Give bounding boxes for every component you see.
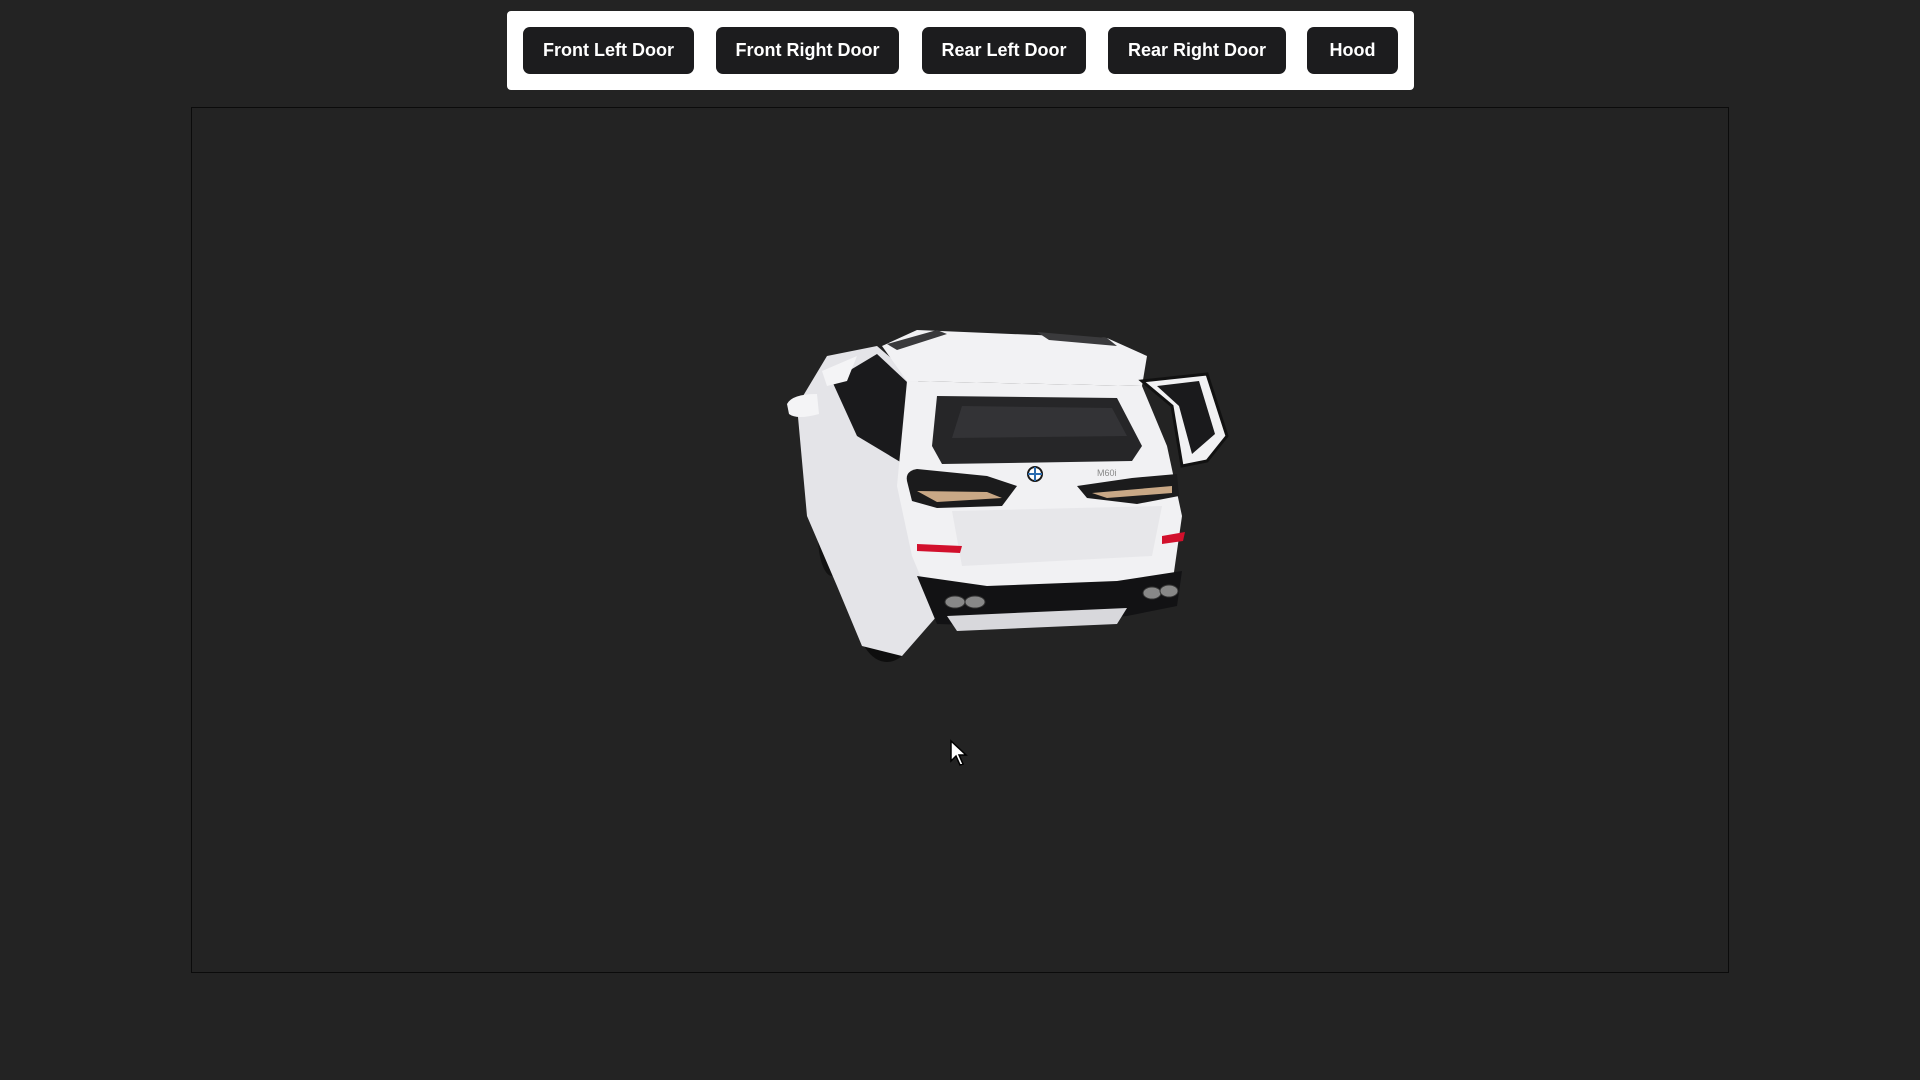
exhaust-right-2 bbox=[1159, 584, 1179, 598]
exhaust-left-2 bbox=[964, 595, 986, 609]
rear-window-interior bbox=[952, 406, 1127, 438]
model-badge: M60i bbox=[1097, 468, 1117, 478]
rear-right-door-button[interactable]: Rear Right Door bbox=[1108, 27, 1286, 74]
side-mirror bbox=[787, 394, 819, 417]
front-left-door-button[interactable]: Front Left Door bbox=[523, 27, 694, 74]
front-right-door-button[interactable]: Front Right Door bbox=[716, 27, 899, 74]
tailgate bbox=[952, 506, 1162, 566]
exhaust-right-1 bbox=[1142, 586, 1162, 600]
hood-button[interactable]: Hood bbox=[1307, 27, 1398, 74]
exhaust-left-1 bbox=[944, 595, 966, 609]
rear-left-door-button[interactable]: Rear Left Door bbox=[922, 27, 1086, 74]
3d-viewer-canvas[interactable]: M60i bbox=[191, 107, 1729, 973]
mouse-cursor-icon bbox=[950, 739, 968, 766]
door-control-toolbar: Front Left Door Front Right Door Rear Le… bbox=[507, 11, 1414, 90]
car-model[interactable]: M60i bbox=[787, 286, 1267, 666]
